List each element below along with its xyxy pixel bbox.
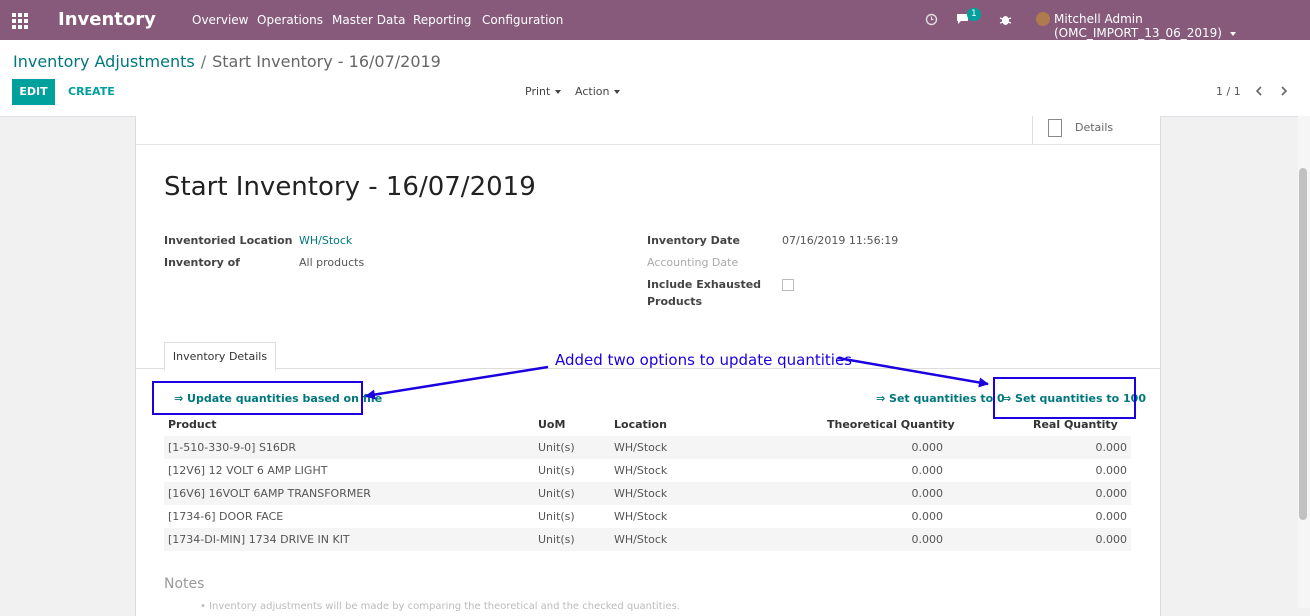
annotation-arrow-right xyxy=(837,356,989,388)
annotation-arrow-left xyxy=(365,365,549,400)
annotation-arrows xyxy=(365,356,989,400)
